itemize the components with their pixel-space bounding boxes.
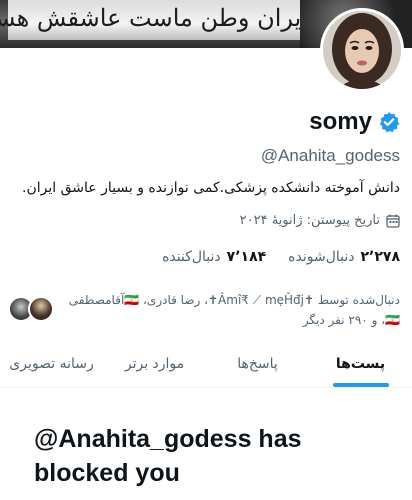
following-count: ۲٬۲۷۸	[360, 249, 401, 265]
calendar-icon	[386, 214, 400, 228]
following-label: دنبال‌شونده	[288, 249, 355, 265]
following-stat[interactable]: ۲٬۲۷۸ دنبال‌شونده	[288, 249, 400, 265]
joined-row: تاریخ پیوستن: ژانویهٔ ۲۰۲۴	[240, 213, 400, 228]
followers-stat[interactable]: ۷٬۱۸۴ دنبال‌کننده	[162, 249, 266, 265]
tab-replies-label: پاسخ‌ها	[237, 355, 278, 372]
display-name: somy	[309, 108, 372, 135]
banner-cloth: ایران وطن ماست عاشقش هستیم	[0, 0, 308, 40]
followers-label: دنبال‌کننده	[162, 249, 221, 265]
tab-posts-label: پست‌ها	[335, 355, 386, 372]
bio: دانش آموخته دانشکده پزشکی.کمی نوازنده و …	[22, 180, 400, 196]
verified-badge-icon[interactable]	[378, 111, 400, 133]
avatar-image	[323, 11, 401, 89]
handle: @Anahita_godess	[260, 146, 400, 165]
joined-date: تاریخ پیوستن: ژانویهٔ ۲۰۲۴	[239, 213, 380, 228]
stats-row: ۲٬۲۷۸ دنبال‌شونده ۷٬۱۸۴ دنبال‌کننده	[162, 249, 400, 265]
tab-media-label: رسانه تصویری	[9, 355, 94, 372]
followed-by-row[interactable]: دنبال‌شده توسط ✝Âmî₹ ⟋ mẹȞđj✝، رضا قادری…	[4, 290, 400, 334]
banner-text: ایران وطن ماست عاشقش هستیم	[0, 4, 308, 32]
tab-highlights-label: موارد برتر	[124, 355, 185, 372]
profile-tabs: پست‌ها پاسخ‌ها موارد برتر رسانه تصویری	[0, 340, 412, 388]
tab-replies[interactable]: پاسخ‌ها	[206, 340, 309, 387]
tab-media[interactable]: رسانه تصویری	[0, 340, 103, 387]
name-row: somy	[309, 108, 400, 136]
tab-highlights[interactable]: موارد برتر	[103, 340, 206, 387]
active-tab-indicator	[332, 383, 389, 387]
followers-count: ۷٬۱۸۴	[226, 249, 267, 265]
followed-by-text: دنبال‌شده توسط ✝Âmî₹ ⟋ mẹȞđj✝، رضا قادری…	[68, 293, 400, 327]
blocked-message: @Anahita_godess has blocked you	[34, 425, 302, 487]
tab-posts[interactable]: پست‌ها	[309, 340, 412, 387]
avatar[interactable]	[320, 8, 404, 92]
